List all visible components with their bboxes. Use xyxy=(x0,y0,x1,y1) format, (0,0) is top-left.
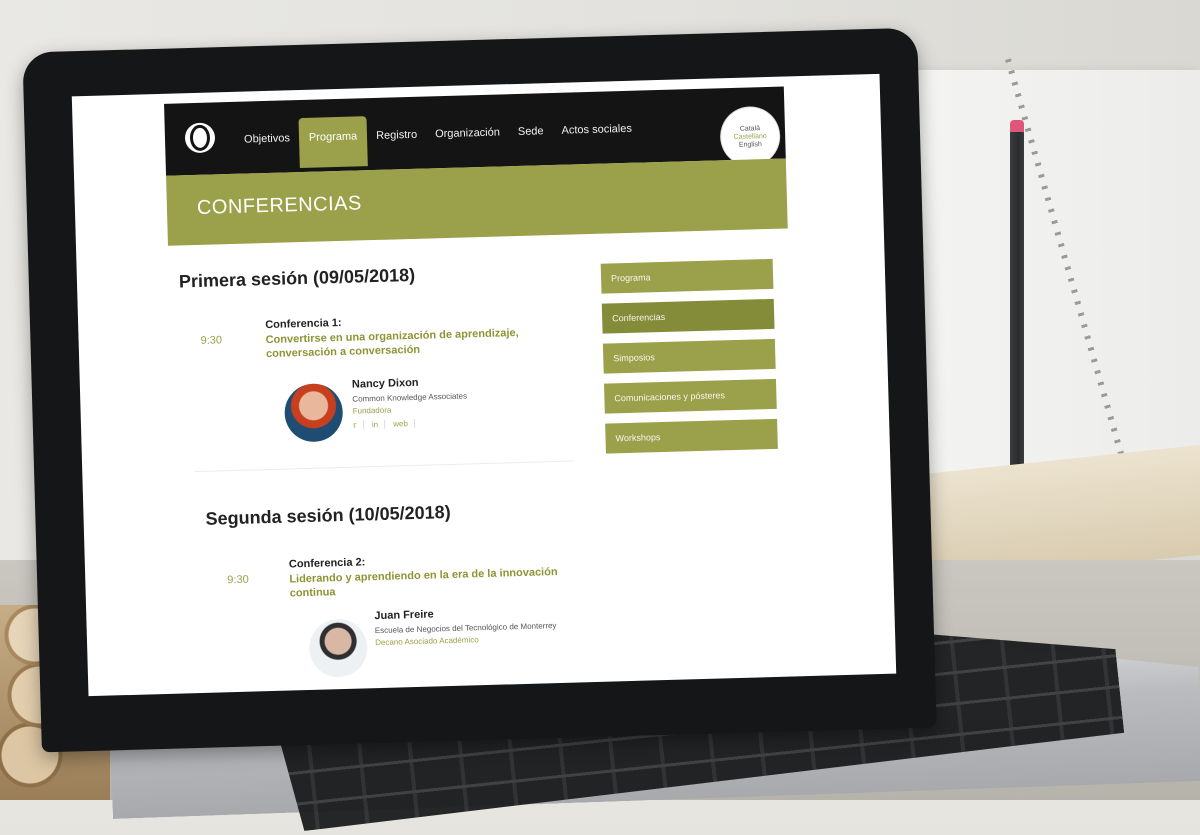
notebook xyxy=(900,70,1200,490)
nav-organizacion[interactable]: Organización xyxy=(426,120,510,164)
pencil xyxy=(1010,120,1024,480)
speaker-name: Nancy Dixon xyxy=(351,376,419,391)
sidebar-item-conferencias[interactable]: Conferencias xyxy=(601,298,775,334)
speaker-role: Decano Asociado Académico xyxy=(375,635,479,648)
sidebar-item-programa[interactable]: Programa xyxy=(600,258,774,294)
nav-registro[interactable]: Registro xyxy=(367,123,427,167)
web-link[interactable]: web xyxy=(393,418,415,429)
conference-label: Conferencia 2: xyxy=(288,556,366,571)
session-time: 9:30 xyxy=(227,573,249,587)
nav-sede[interactable]: Sede xyxy=(509,119,554,162)
language-castellano[interactable]: Castellano xyxy=(734,133,767,141)
page-title: CONFERENCIAS xyxy=(196,192,363,219)
main-nav: Objetivos Programa Registro Organización… xyxy=(235,116,642,170)
sidebar-menu: Programa Conferencias Simposios Comunica… xyxy=(600,258,779,464)
nav-objetivos[interactable]: Objetivos xyxy=(235,126,300,170)
section-divider xyxy=(194,460,575,473)
site-logo-icon[interactable] xyxy=(184,122,216,154)
sidebar-item-workshops[interactable]: Workshops xyxy=(605,418,778,454)
speaker-avatar xyxy=(308,618,369,678)
language-switcher: Català Castellano English xyxy=(720,106,780,167)
sidebar-item-comunicaciones[interactable]: Comunicaciones y pósteres xyxy=(604,378,777,414)
conference-label: Conferencia 1: xyxy=(265,316,342,332)
sidebar-item-simposios[interactable]: Simposios xyxy=(602,338,776,374)
laptop-screen: Objetivos Programa Registro Organización… xyxy=(71,73,897,697)
linkedin-icon[interactable]: in xyxy=(371,419,386,430)
nav-programa[interactable]: Programa xyxy=(298,116,369,169)
speaker-avatar xyxy=(283,382,344,443)
conference-title-link[interactable]: Convertirse en una organización de apren… xyxy=(265,325,546,361)
speaker-social-links: 𝕣 in web xyxy=(352,418,415,430)
language-english[interactable]: English xyxy=(739,141,762,149)
session-title: Primera sesión (09/05/2018) xyxy=(178,264,416,292)
speaker-organization: Common Knowledge Associates xyxy=(352,391,468,404)
conference-title-link[interactable]: Liderando y aprendiendo en la era de la … xyxy=(289,565,570,601)
speaker-name: Juan Freire xyxy=(374,608,434,623)
speaker-role: Fundadora xyxy=(352,405,392,416)
twitter-icon[interactable]: 𝕣 xyxy=(352,420,365,430)
session-time: 9:30 xyxy=(200,334,223,347)
nav-actos-sociales[interactable]: Actos sociales xyxy=(552,117,641,161)
language-catala[interactable]: Català xyxy=(740,125,760,133)
speaker-organization: Escuela de Negocios del Tecnológico de M… xyxy=(374,621,557,636)
session-title: Segunda sesión (10/05/2018) xyxy=(205,501,451,529)
website: Objetivos Programa Registro Organización… xyxy=(164,86,800,694)
